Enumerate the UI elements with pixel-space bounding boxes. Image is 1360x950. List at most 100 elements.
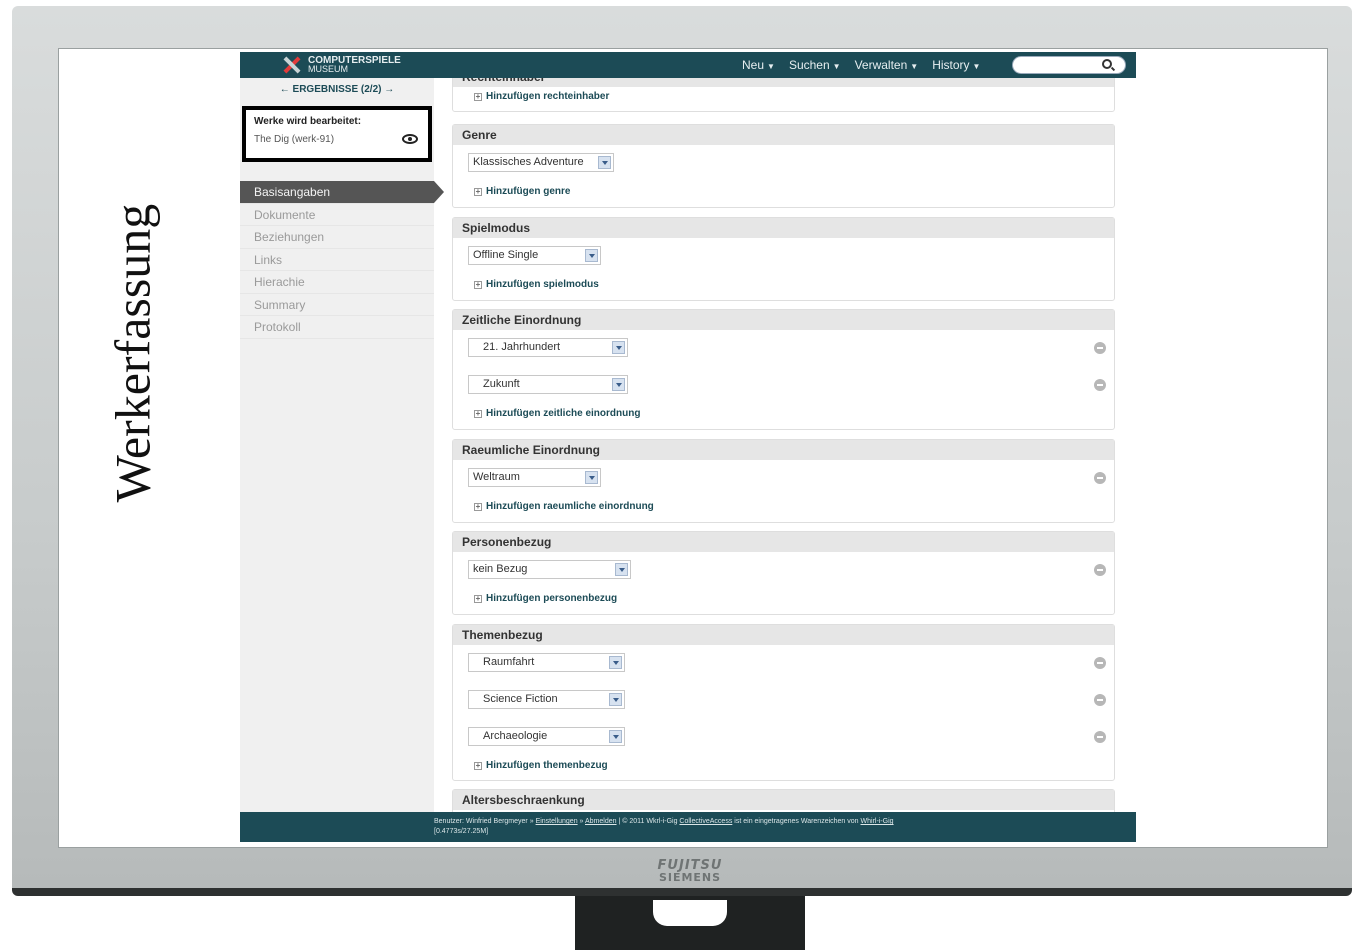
zeitliche-select-2[interactable]: Zukunft (468, 375, 628, 394)
panel-zeitliche-einordnung: Zeitliche Einordnung 21. Jahrhundert Zuk… (452, 309, 1115, 430)
eye-icon[interactable] (402, 134, 418, 144)
chevron-down-icon: ▼ (832, 62, 841, 71)
menu-verwalten[interactable]: Verwalten ▼ (855, 58, 919, 72)
footer-user: Benutzer: Winfried Bergmeyer » (434, 818, 534, 825)
field-row: Offline Single (453, 238, 1114, 275)
side-navigation: Basisangaben Dokumente Beziehungen Links… (240, 181, 444, 339)
collectiveaccess-link[interactable]: CollectiveAccess (679, 818, 732, 825)
chevron-down-icon (612, 378, 625, 391)
side-label: Werkerfassung (62, 170, 202, 535)
add-rechteinhaber-link[interactable]: + Hinzufügen rechteinhaber (453, 87, 1114, 109)
menu-history[interactable]: History ▼ (932, 58, 980, 72)
results-pager[interactable]: ← ERGEBNISSE (2/2) → (240, 84, 434, 95)
panel-title: Personenbezug (453, 532, 1114, 552)
add-personenbezug-link[interactable]: + Hinzufügen personenbezug (453, 589, 1114, 611)
footer: Benutzer: Winfried Bergmeyer » Einstellu… (240, 812, 1136, 842)
remove-icon[interactable] (1094, 472, 1106, 484)
panel-title: Zeitliche Einordnung (453, 310, 1114, 330)
zeitliche-select-1[interactable]: 21. Jahrhundert (468, 338, 628, 357)
side-label-text: Werkerfassung (104, 203, 161, 502)
add-raeumliche-link[interactable]: + Hinzufügen raeumliche einordnung (453, 497, 1114, 519)
panel-themenbezug: Themenbezug Raumfahrt Science Fiction Ar… (452, 624, 1115, 781)
chevron-down-icon (609, 730, 622, 743)
settings-link[interactable]: Einstellungen (536, 818, 578, 825)
chevron-down-icon (585, 249, 598, 262)
chevron-down-icon (585, 471, 598, 484)
add-genre-link[interactable]: + Hinzufügen genre (453, 182, 1114, 204)
field-row: Raumfahrt (453, 645, 1114, 682)
themenbezug-select-3[interactable]: Archaeologie (468, 727, 625, 746)
menu-suchen[interactable]: Suchen ▼ (789, 58, 841, 72)
personenbezug-select[interactable]: kein Bezug (468, 560, 631, 579)
remove-icon[interactable] (1094, 731, 1106, 743)
remove-icon[interactable] (1094, 657, 1106, 669)
panel-altersbeschraenkung: Altersbeschraenkung (452, 789, 1115, 812)
chevron-down-icon (609, 656, 622, 669)
field-row: Zukunft (453, 367, 1114, 404)
field-row: Archaeologie (453, 719, 1114, 756)
panel-rechteinhaber: Rechteinhaber +Hinzufügen rechteinhaber (452, 78, 1115, 112)
chevron-down-icon: ▼ (767, 62, 775, 71)
menu-neu[interactable]: Neu ▼ (742, 58, 775, 72)
panel-personenbezug: Personenbezug kein Bezug + Hinzufügen per… (452, 531, 1115, 615)
sidebar-item-dokumente[interactable]: Dokumente (240, 204, 434, 226)
chevron-down-icon: ▼ (972, 62, 981, 71)
sidebar-item-links[interactable]: Links (240, 249, 434, 271)
panel-spielmodus: Spielmodus Offline Single + Hinzufügen sp… (452, 217, 1115, 301)
whirligig-link[interactable]: Whirl-i-Gig (861, 818, 894, 825)
editing-title: Werke wird bearbeitet: (254, 116, 362, 127)
vendor-logo: FUJITSU SIEMENS (640, 858, 740, 890)
chevron-down-icon: ▼ (910, 62, 919, 71)
main-menu: Neu ▼ Suchen ▼ Verwalten ▼ History ▼ (742, 52, 994, 78)
remove-icon[interactable] (1094, 342, 1106, 354)
panel-raeumliche-einordnung: Raeumliche Einordnung Weltraum + Hinzufüg… (452, 439, 1115, 523)
add-themenbezug-link[interactable]: + Hinzufügen themenbezug (453, 756, 1114, 778)
themenbezug-select-1[interactable]: Raumfahrt (468, 653, 625, 672)
raeumliche-select[interactable]: Weltraum (468, 468, 601, 487)
logo-x-icon (282, 55, 302, 75)
chevron-down-icon (612, 341, 625, 354)
footer-timing: [0.4773s/27.25M] (434, 828, 489, 835)
field-row: Weltraum (453, 460, 1114, 497)
remove-icon[interactable] (1094, 694, 1106, 706)
chevron-down-icon (598, 156, 611, 169)
sidebar-item-summary[interactable]: Summary (240, 294, 434, 316)
add-spielmodus-link[interactable]: + Hinzufügen spielmodus (453, 275, 1114, 297)
monitor-stand (575, 896, 805, 950)
main-form: Rechteinhaber +Hinzufügen rechteinhaber … (452, 78, 1115, 812)
plus-icon: + (474, 280, 482, 289)
field-row: 21. Jahrhundert (453, 330, 1114, 367)
remove-icon[interactable] (1094, 564, 1106, 576)
add-zeitliche-link[interactable]: + Hinzufügen zeitliche einordnung (453, 404, 1114, 426)
plus-icon: + (474, 761, 482, 770)
museum-logo[interactable]: COMPUTERSPIELE MUSEUM (282, 55, 401, 75)
field-row: Klassisches Adventure (453, 145, 1114, 182)
plus-icon: + (474, 409, 482, 418)
panel-title: Themenbezug (453, 625, 1114, 645)
vendor-brand-bottom: SIEMENS (658, 871, 722, 884)
search-button[interactable] (1102, 59, 1120, 73)
sidebar-item-basisangaben[interactable]: Basisangaben (240, 181, 444, 204)
panel-title: Spielmodus (453, 218, 1114, 238)
app-window: COMPUTERSPIELE MUSEUM Neu ▼ Suchen ▼ Verwa… (240, 52, 1136, 842)
sidebar: ← ERGEBNISSE (2/2) → Werke wird bearbeit… (240, 78, 444, 812)
top-navbar: COMPUTERSPIELE MUSEUM Neu ▼ Suchen ▼ Verwa… (240, 52, 1136, 78)
themenbezug-select-2[interactable]: Science Fiction (468, 690, 625, 709)
search-icon (1102, 59, 1112, 69)
sidebar-item-hierachie[interactable]: Hierachie (240, 271, 434, 294)
panel-title: Altersbeschraenkung (453, 790, 1114, 810)
chevron-down-icon (609, 693, 622, 706)
spielmodus-select[interactable]: Offline Single (468, 246, 601, 265)
remove-icon[interactable] (1094, 379, 1106, 391)
logout-link[interactable]: Abmelden (585, 818, 617, 825)
panel-title: Genre (453, 125, 1114, 145)
sidebar-item-protokoll[interactable]: Protokoll (240, 316, 434, 339)
plus-icon: + (474, 502, 482, 511)
footer-copyright: | © 2011 Wkrl-i-Gig (618, 818, 678, 825)
sidebar-item-beziehungen[interactable]: Beziehungen (240, 226, 434, 249)
editing-record[interactable]: The Dig (werk-91) (254, 134, 334, 145)
panel-title: Rechteinhaber (453, 78, 1114, 87)
chevron-down-icon (615, 563, 628, 576)
plus-icon: + (474, 594, 482, 603)
genre-select[interactable]: Klassisches Adventure (468, 153, 614, 172)
